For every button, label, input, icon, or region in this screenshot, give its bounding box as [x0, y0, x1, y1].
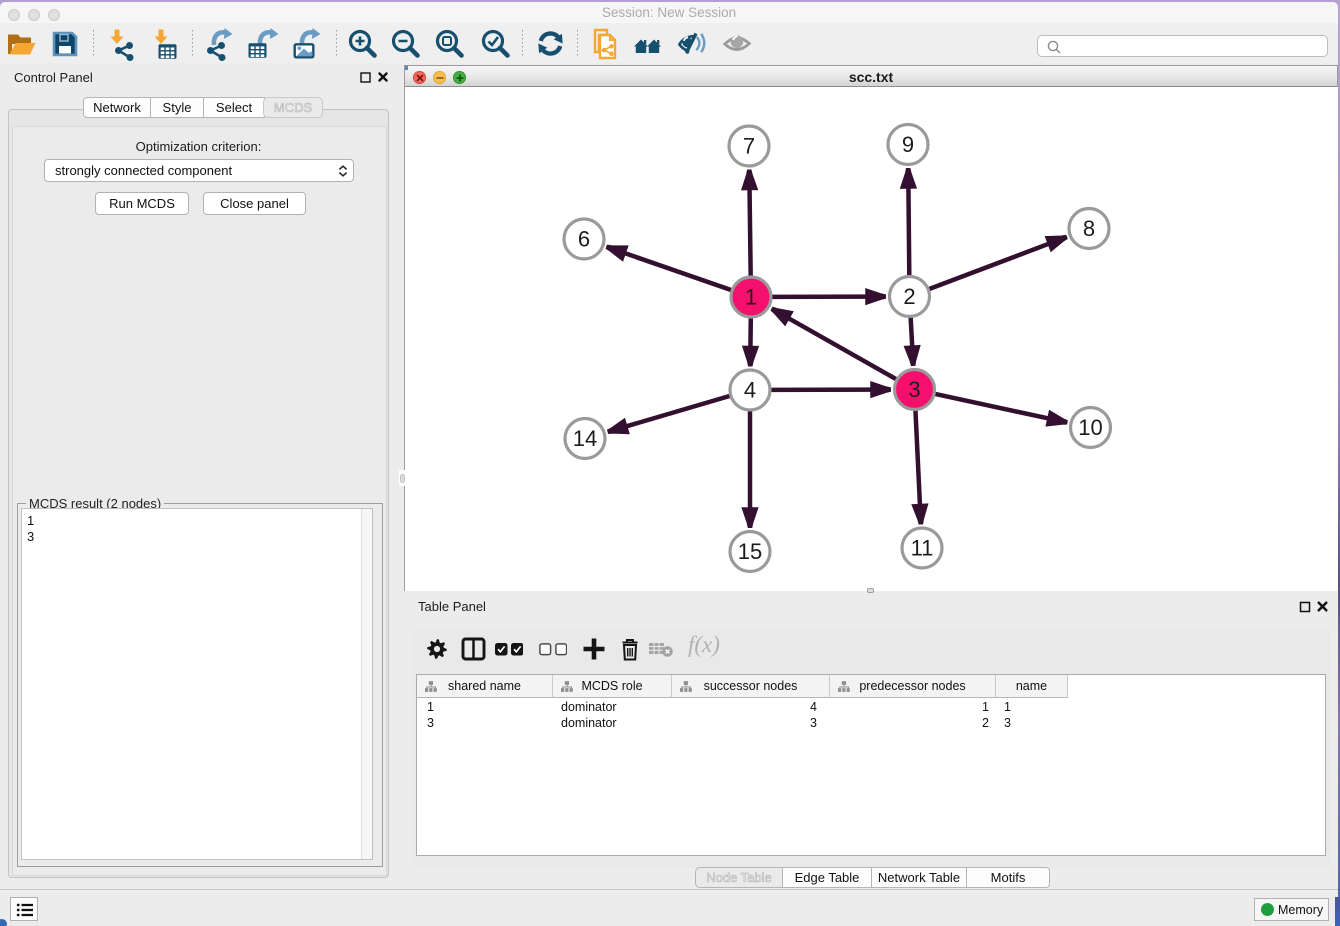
svg-text:1: 1 — [745, 285, 757, 310]
svg-text:6: 6 — [578, 227, 590, 252]
svg-text:8: 8 — [1083, 216, 1095, 241]
svg-text:2: 2 — [903, 284, 915, 309]
svg-text:7: 7 — [743, 134, 755, 159]
svg-text:15: 15 — [738, 539, 762, 564]
svg-text:3: 3 — [908, 377, 920, 402]
svg-text:11: 11 — [911, 536, 934, 561]
svg-text:9: 9 — [902, 132, 914, 157]
svg-text:4: 4 — [744, 378, 756, 403]
svg-text:14: 14 — [573, 426, 597, 451]
svg-text:10: 10 — [1078, 415, 1102, 440]
